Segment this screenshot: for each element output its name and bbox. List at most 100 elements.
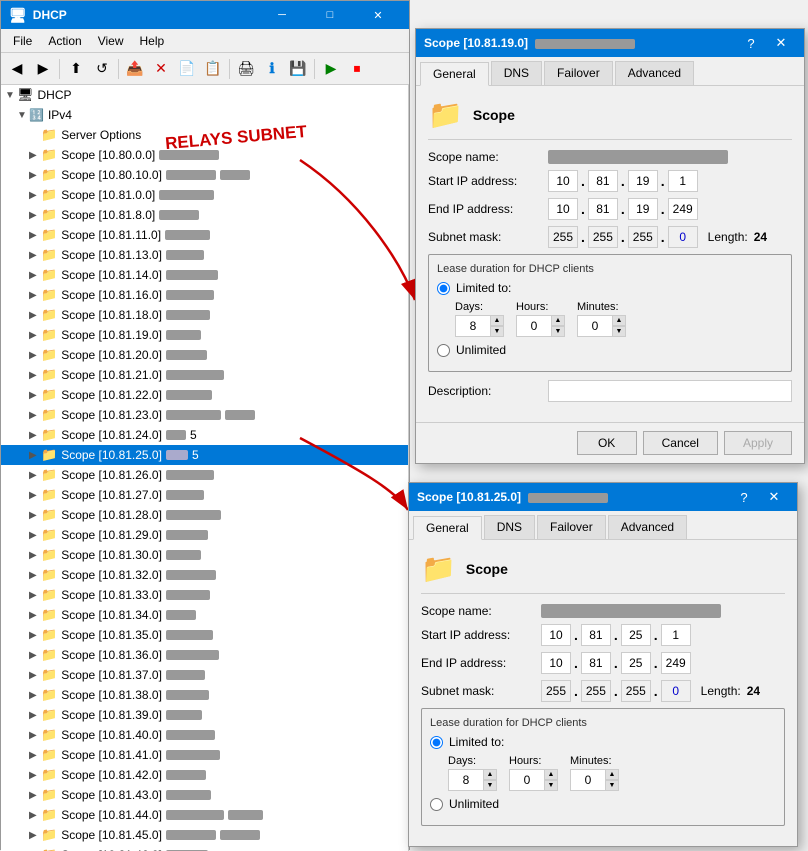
tree-scope-108127[interactable]: ▶ 📁 Scope [10.81.27.0] xyxy=(1,485,408,505)
minutes-input[interactable] xyxy=(577,315,613,337)
tree-scope-108010[interactable]: ▶ 📁 Scope [10.80.10.0] xyxy=(1,165,408,185)
start-ip2-octet3[interactable] xyxy=(621,624,651,646)
minutes2-input[interactable] xyxy=(570,769,606,791)
hours-input[interactable] xyxy=(516,315,552,337)
end-ip-octet2[interactable] xyxy=(588,198,618,220)
days2-up[interactable]: ▲ xyxy=(483,769,497,780)
tab2-advanced[interactable]: Advanced xyxy=(608,515,687,539)
tree-scope-108132[interactable]: ▶ 📁 Scope [10.81.32.0] xyxy=(1,565,408,585)
limited2-radio[interactable] xyxy=(430,736,443,749)
start-ip2-octet4[interactable] xyxy=(661,624,691,646)
days2-down[interactable]: ▼ xyxy=(483,780,497,791)
dialog1-apply-button[interactable]: Apply xyxy=(724,431,792,455)
hours2-input[interactable] xyxy=(509,769,545,791)
export-button[interactable]: 📤 xyxy=(123,57,147,81)
tree-scope-108144[interactable]: ▶ 📁 Scope [10.81.44.0] xyxy=(1,805,408,825)
end-ip2-octet3[interactable] xyxy=(621,652,651,674)
days-input[interactable] xyxy=(455,315,491,337)
tree-scope-108120[interactable]: ▶ 📁 Scope [10.81.20.0] xyxy=(1,345,408,365)
tree-scope-108141[interactable]: ▶ 📁 Scope [10.81.41.0] xyxy=(1,745,408,765)
tab-failover[interactable]: Failover xyxy=(544,61,613,85)
tab2-general[interactable]: General xyxy=(413,516,482,540)
tab2-failover[interactable]: Failover xyxy=(537,515,606,539)
start-button[interactable]: ▶ xyxy=(319,57,343,81)
minimize-button[interactable]: ─ xyxy=(259,1,305,29)
tree-scope-108140[interactable]: ▶ 📁 Scope [10.81.40.0] xyxy=(1,725,408,745)
tree-scope-108116[interactable]: ▶ 📁 Scope [10.81.16.0] xyxy=(1,285,408,305)
tree-scope-108114[interactable]: ▶ 📁 Scope [10.81.14.0] xyxy=(1,265,408,285)
tab-advanced[interactable]: Advanced xyxy=(615,61,694,85)
dialog1-close-button[interactable]: ✕ xyxy=(766,29,796,57)
tree-ipv4[interactable]: ▼ 🔢 IPv4 xyxy=(1,105,408,125)
days2-input[interactable] xyxy=(448,769,484,791)
maximize-button[interactable]: □ xyxy=(307,1,353,29)
hours-down[interactable]: ▼ xyxy=(551,326,565,337)
tree-scope-108138[interactable]: ▶ 📁 Scope [10.81.38.0] xyxy=(1,685,408,705)
tree-scope-108145[interactable]: ▶ 📁 Scope [10.81.45.0] xyxy=(1,825,408,845)
tree-scope-108137[interactable]: ▶ 📁 Scope [10.81.37.0] xyxy=(1,665,408,685)
hours-up[interactable]: ▲ xyxy=(551,315,565,326)
unlimited2-radio[interactable] xyxy=(430,798,443,811)
tree-scope-108122[interactable]: ▶ 📁 Scope [10.81.22.0] xyxy=(1,385,408,405)
minutes2-down[interactable]: ▼ xyxy=(605,780,619,791)
tree-scope-108134[interactable]: ▶ 📁 Scope [10.81.34.0] xyxy=(1,605,408,625)
tree-scope-108126[interactable]: ▶ 📁 Scope [10.81.26.0] xyxy=(1,465,408,485)
tab-dns[interactable]: DNS xyxy=(491,61,542,85)
tree-root-dhcp[interactable]: ▼ 🖥 DHCP xyxy=(1,85,408,105)
tree-scope-108111[interactable]: ▶ 📁 Scope [10.81.11.0] xyxy=(1,225,408,245)
days-up[interactable]: ▲ xyxy=(490,315,504,326)
tab2-dns[interactable]: DNS xyxy=(484,515,535,539)
tree-scope-108142[interactable]: ▶ 📁 Scope [10.81.42.0] xyxy=(1,765,408,785)
start-ip-octet1[interactable] xyxy=(548,170,578,192)
tree-scope-108125[interactable]: ▶ 📁 Scope [10.81.25.0] 5 xyxy=(1,445,408,465)
tree-scope-108133[interactable]: ▶ 📁 Scope [10.81.33.0] xyxy=(1,585,408,605)
days-down[interactable]: ▼ xyxy=(490,326,504,337)
end-ip2-octet1[interactable] xyxy=(541,652,571,674)
end-ip2-octet4[interactable] xyxy=(661,652,691,674)
info-button[interactable]: ℹ xyxy=(260,57,284,81)
end-ip-octet4[interactable] xyxy=(668,198,698,220)
hours2-down[interactable]: ▼ xyxy=(544,780,558,791)
help-button[interactable]: 💾 xyxy=(286,57,310,81)
refresh-button[interactable]: ↺ xyxy=(90,57,114,81)
properties-button[interactable]: 📄 xyxy=(175,57,199,81)
menu-help[interactable]: Help xyxy=(132,32,173,50)
stop-button[interactable]: ⏹ xyxy=(345,57,369,81)
tree-scope-108136[interactable]: ▶ 📁 Scope [10.81.36.0] xyxy=(1,645,408,665)
tree-scope-108143[interactable]: ▶ 📁 Scope [10.81.43.0] xyxy=(1,785,408,805)
end-ip-octet1[interactable] xyxy=(548,198,578,220)
copy-button[interactable]: 📋 xyxy=(201,57,225,81)
tree-scope-108123[interactable]: ▶ 📁 Scope [10.81.23.0] xyxy=(1,405,408,425)
menu-view[interactable]: View xyxy=(90,32,132,50)
tree-scope-108146[interactable]: ▶ 📁 Scope [10.81.46.0] xyxy=(1,845,408,851)
tree-scope-108135[interactable]: ▶ 📁 Scope [10.81.35.0] xyxy=(1,625,408,645)
tree-scope-108128[interactable]: ▶ 📁 Scope [10.81.28.0] xyxy=(1,505,408,525)
tree-server-options[interactable]: 📁 Server Options xyxy=(1,125,408,145)
dialog1-cancel-button[interactable]: Cancel xyxy=(643,431,718,455)
close-button[interactable]: ✕ xyxy=(355,1,401,29)
tree-scope-108130[interactable]: ▶ 📁 Scope [10.81.30.0] xyxy=(1,545,408,565)
tree-scope-10800[interactable]: ▶ 📁 Scope [10.80.0.0] xyxy=(1,145,408,165)
tree-scope-10810[interactable]: ▶ 📁 Scope [10.81.0.0] xyxy=(1,185,408,205)
dialog1-help-button[interactable]: ? xyxy=(736,29,766,57)
tree-scope-108118[interactable]: ▶ 📁 Scope [10.81.18.0] xyxy=(1,305,408,325)
menu-action[interactable]: Action xyxy=(40,32,89,50)
dialog2-close-button[interactable]: ✕ xyxy=(759,483,789,511)
back-button[interactable]: ◀ xyxy=(5,57,29,81)
minutes2-up[interactable]: ▲ xyxy=(605,769,619,780)
forward-button[interactable]: ▶ xyxy=(31,57,55,81)
tree-scope-108121[interactable]: ▶ 📁 Scope [10.81.21.0] xyxy=(1,365,408,385)
minutes-down[interactable]: ▼ xyxy=(612,326,626,337)
description-input[interactable] xyxy=(548,380,792,402)
hours2-up[interactable]: ▲ xyxy=(544,769,558,780)
tree-scope-108119[interactable]: ▶ 📁 Scope [10.81.19.0] xyxy=(1,325,408,345)
tree-panel[interactable]: ▼ 🖥 DHCP ▼ 🔢 IPv4 📁 Server Options ▶ 📁 S… xyxy=(1,85,409,851)
limited-radio[interactable] xyxy=(437,282,450,295)
start-ip2-octet2[interactable] xyxy=(581,624,611,646)
minutes-up[interactable]: ▲ xyxy=(612,315,626,326)
end-ip-octet3[interactable] xyxy=(628,198,658,220)
tab-general[interactable]: General xyxy=(420,62,489,86)
dialog1-ok-button[interactable]: OK xyxy=(577,431,637,455)
dialog2-help-button[interactable]: ? xyxy=(729,483,759,511)
tree-scope-108124[interactable]: ▶ 📁 Scope [10.81.24.0] 5 xyxy=(1,425,408,445)
